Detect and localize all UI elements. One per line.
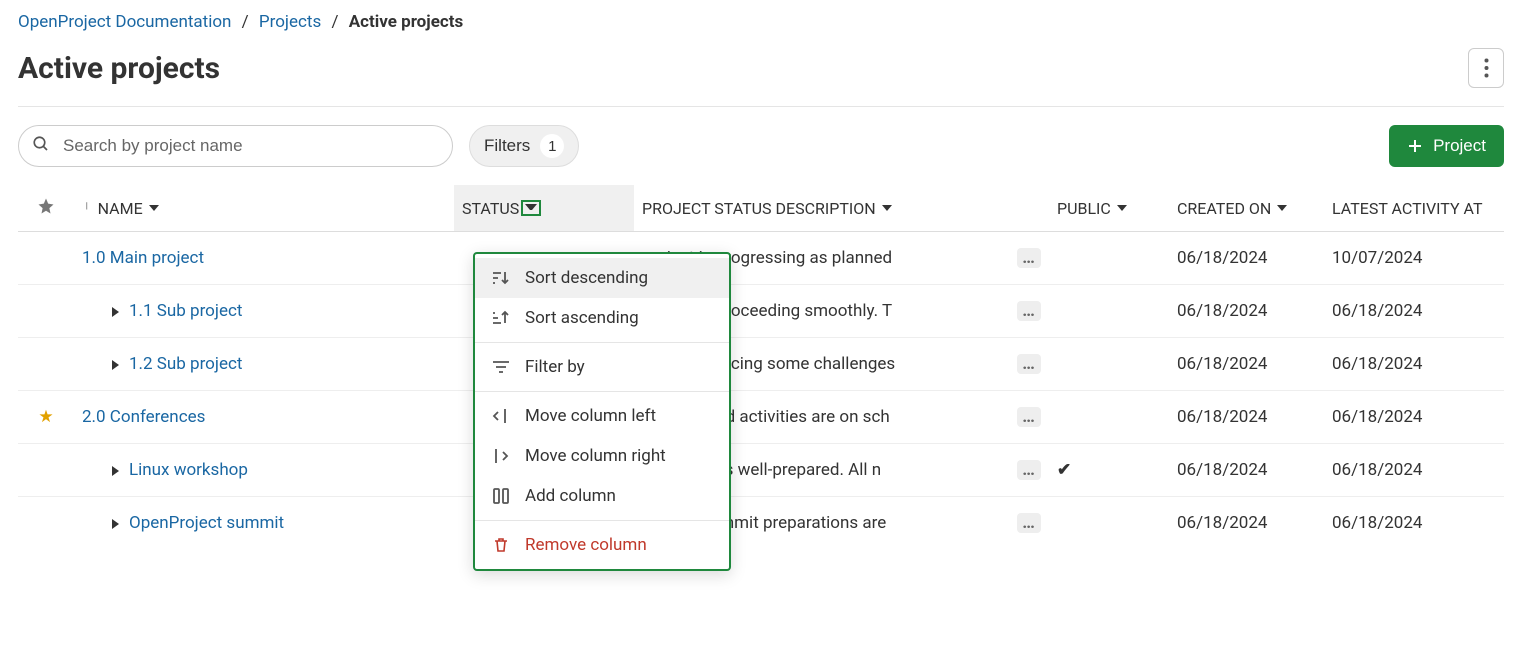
filters-label: Filters (484, 136, 530, 156)
table-row: 1.2 Sub projectproject is facing some ch… (18, 338, 1504, 391)
table-row: 1.1 Sub projectproject is proceeding smo… (18, 285, 1504, 338)
col-status-label: STATUS (462, 199, 519, 218)
created-on: 06/18/2024 (1169, 232, 1324, 285)
col-public-label: PUBLIC (1057, 199, 1111, 218)
menu-label: Move column left (525, 406, 656, 426)
search-input[interactable] (18, 125, 453, 167)
project-link[interactable]: 1.0 Main project (82, 248, 204, 268)
star-icon (37, 197, 55, 215)
col-activity[interactable]: LATEST ACTIVITY AT (1324, 185, 1504, 232)
menu-move-left[interactable]: Move column left (475, 396, 729, 436)
table-row: Linux workshopworkshop is well-prepared.… (18, 444, 1504, 497)
more-menu-button[interactable] (1468, 48, 1504, 88)
more-badge[interactable]: … (1017, 407, 1041, 427)
menu-label: Filter by (525, 357, 585, 377)
caret-down-icon (882, 205, 892, 211)
expand-icon[interactable] (112, 360, 119, 370)
caret-down-icon (149, 205, 159, 211)
add-project-label: Project (1433, 136, 1486, 156)
menu-label: Remove column (525, 535, 647, 555)
expand-icon[interactable] (112, 466, 119, 476)
latest-activity: 06/18/2024 (1324, 444, 1504, 497)
menu-label: Sort ascending (525, 308, 639, 328)
more-badge[interactable]: … (1017, 301, 1041, 321)
breadcrumb-sep: / (236, 12, 255, 32)
page-title: Active projects (18, 51, 220, 86)
caret-down-icon (525, 204, 537, 212)
filters-badge: 1 (540, 134, 564, 158)
created-on: 06/18/2024 (1169, 497, 1324, 550)
col-activity-label: LATEST ACTIVITY AT (1332, 199, 1483, 218)
col-created-label: CREATED ON (1177, 199, 1271, 218)
breadcrumb-current: Active projects (349, 12, 464, 32)
sort-asc-icon (491, 310, 511, 326)
caret-down-icon (1277, 205, 1287, 211)
created-on: 06/18/2024 (1169, 391, 1324, 444)
search-icon (32, 135, 50, 157)
plus-icon (1407, 138, 1423, 154)
menu-filter-by[interactable]: Filter by (475, 347, 729, 387)
filters-button[interactable]: Filters 1 (469, 125, 579, 167)
expand-icon[interactable] (112, 519, 119, 529)
caret-down-icon (1117, 205, 1127, 211)
breadcrumb-projects[interactable]: Projects (259, 12, 321, 32)
project-link[interactable]: 2.0 Conferences (82, 407, 205, 427)
breadcrumb-sep: / (325, 12, 344, 32)
check-icon: ✔ (1057, 460, 1071, 480)
columns-icon (491, 488, 511, 504)
col-name[interactable]: ᛌ NAME (74, 185, 454, 232)
created-on: 06/18/2024 (1169, 285, 1324, 338)
expand-icon[interactable] (112, 307, 119, 317)
move-right-icon (491, 448, 511, 464)
latest-activity: 10/07/2024 (1324, 232, 1504, 285)
project-link[interactable]: 1.1 Sub project (129, 301, 242, 321)
col-description[interactable]: PROJECT STATUS DESCRIPTION (634, 185, 1001, 232)
latest-activity: 06/18/2024 (1324, 497, 1504, 550)
menu-move-right[interactable]: Move column right (475, 436, 729, 476)
latest-activity: 06/18/2024 (1324, 338, 1504, 391)
col-created[interactable]: CREATED ON (1169, 185, 1324, 232)
menu-sort-ascending[interactable]: Sort ascending (475, 298, 729, 338)
col-desc-label: PROJECT STATUS DESCRIPTION (642, 199, 876, 218)
menu-sort-descending[interactable]: Sort descending (475, 258, 729, 298)
col-name-label: NAME (98, 199, 143, 218)
trash-icon (491, 537, 511, 553)
menu-add-column[interactable]: Add column (475, 476, 729, 516)
hierarchy-icon: ᛌ (82, 199, 92, 218)
filter-icon (491, 360, 511, 374)
created-on: 06/18/2024 (1169, 338, 1324, 391)
star-filled-icon[interactable]: ★ (38, 407, 53, 427)
more-badge[interactable]: … (1017, 460, 1041, 480)
project-link[interactable]: Linux workshop (129, 460, 248, 480)
projects-table: ᛌ NAME STATUS PROJECT STATUS DESCRIPTION (18, 185, 1504, 549)
project-link[interactable]: 1.2 Sub project (129, 354, 242, 374)
status-column-menu: Sort descending Sort ascending Filter by… (473, 252, 731, 571)
add-project-button[interactable]: Project (1389, 125, 1504, 167)
latest-activity: 06/18/2024 (1324, 391, 1504, 444)
more-badge[interactable]: … (1017, 513, 1041, 533)
menu-label: Sort descending (525, 268, 648, 288)
kebab-icon (1484, 58, 1489, 78)
latest-activity: 06/18/2024 (1324, 285, 1504, 338)
created-on: 06/18/2024 (1169, 444, 1324, 497)
menu-remove-column[interactable]: Remove column (475, 525, 729, 565)
breadcrumb-root[interactable]: OpenProject Documentation (18, 12, 231, 32)
table-row: OpenProject summitProject Summit prepara… (18, 497, 1504, 550)
more-badge[interactable]: … (1017, 248, 1041, 268)
menu-label: Add column (525, 486, 616, 506)
project-link[interactable]: OpenProject summit (129, 513, 284, 533)
col-status[interactable]: STATUS (454, 185, 634, 232)
table-row: 1.0 Main projectproject is progressing a… (18, 232, 1504, 285)
col-favorite[interactable] (18, 185, 74, 232)
menu-label: Move column right (525, 446, 666, 466)
search-wrapper (18, 125, 453, 167)
table-row: ★2.0 Conferencesence-related activities … (18, 391, 1504, 444)
more-badge[interactable]: … (1017, 354, 1041, 374)
breadcrumb: OpenProject Documentation / Projects / A… (18, 8, 1504, 44)
move-left-icon (491, 408, 511, 424)
sort-desc-icon (491, 270, 511, 286)
col-public[interactable]: PUBLIC (1049, 185, 1169, 232)
